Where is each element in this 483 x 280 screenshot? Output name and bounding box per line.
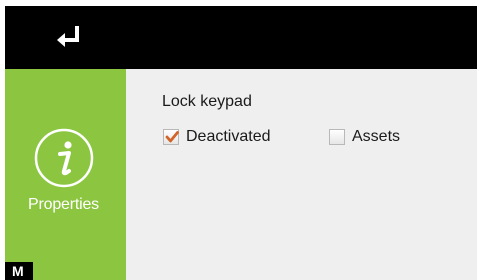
section-title: Lock keypad: [162, 93, 252, 110]
sidebar-label: Properties: [28, 196, 99, 213]
back-button[interactable]: [41, 12, 101, 64]
main-panel: Lock keypad Deactivated Assets: [126, 69, 477, 280]
deactivated-checkbox[interactable]: [163, 129, 179, 145]
option-assets[interactable]: Assets: [329, 127, 400, 147]
info-icon: [34, 128, 94, 188]
option-deactivated[interactable]: Deactivated: [163, 127, 271, 147]
device-screen: Properties M Lock keypad Deactivated Ass…: [0, 0, 483, 280]
option-label: Assets: [352, 128, 401, 145]
assets-checkbox[interactable]: [329, 129, 345, 145]
sidebar-properties[interactable]: Properties: [5, 69, 126, 280]
return-arrow-icon: [57, 26, 79, 47]
option-label: Deactivated: [186, 128, 271, 145]
top-bar: [5, 6, 477, 69]
mode-badge: M: [5, 262, 33, 280]
checkmark-icon: [165, 131, 179, 143]
